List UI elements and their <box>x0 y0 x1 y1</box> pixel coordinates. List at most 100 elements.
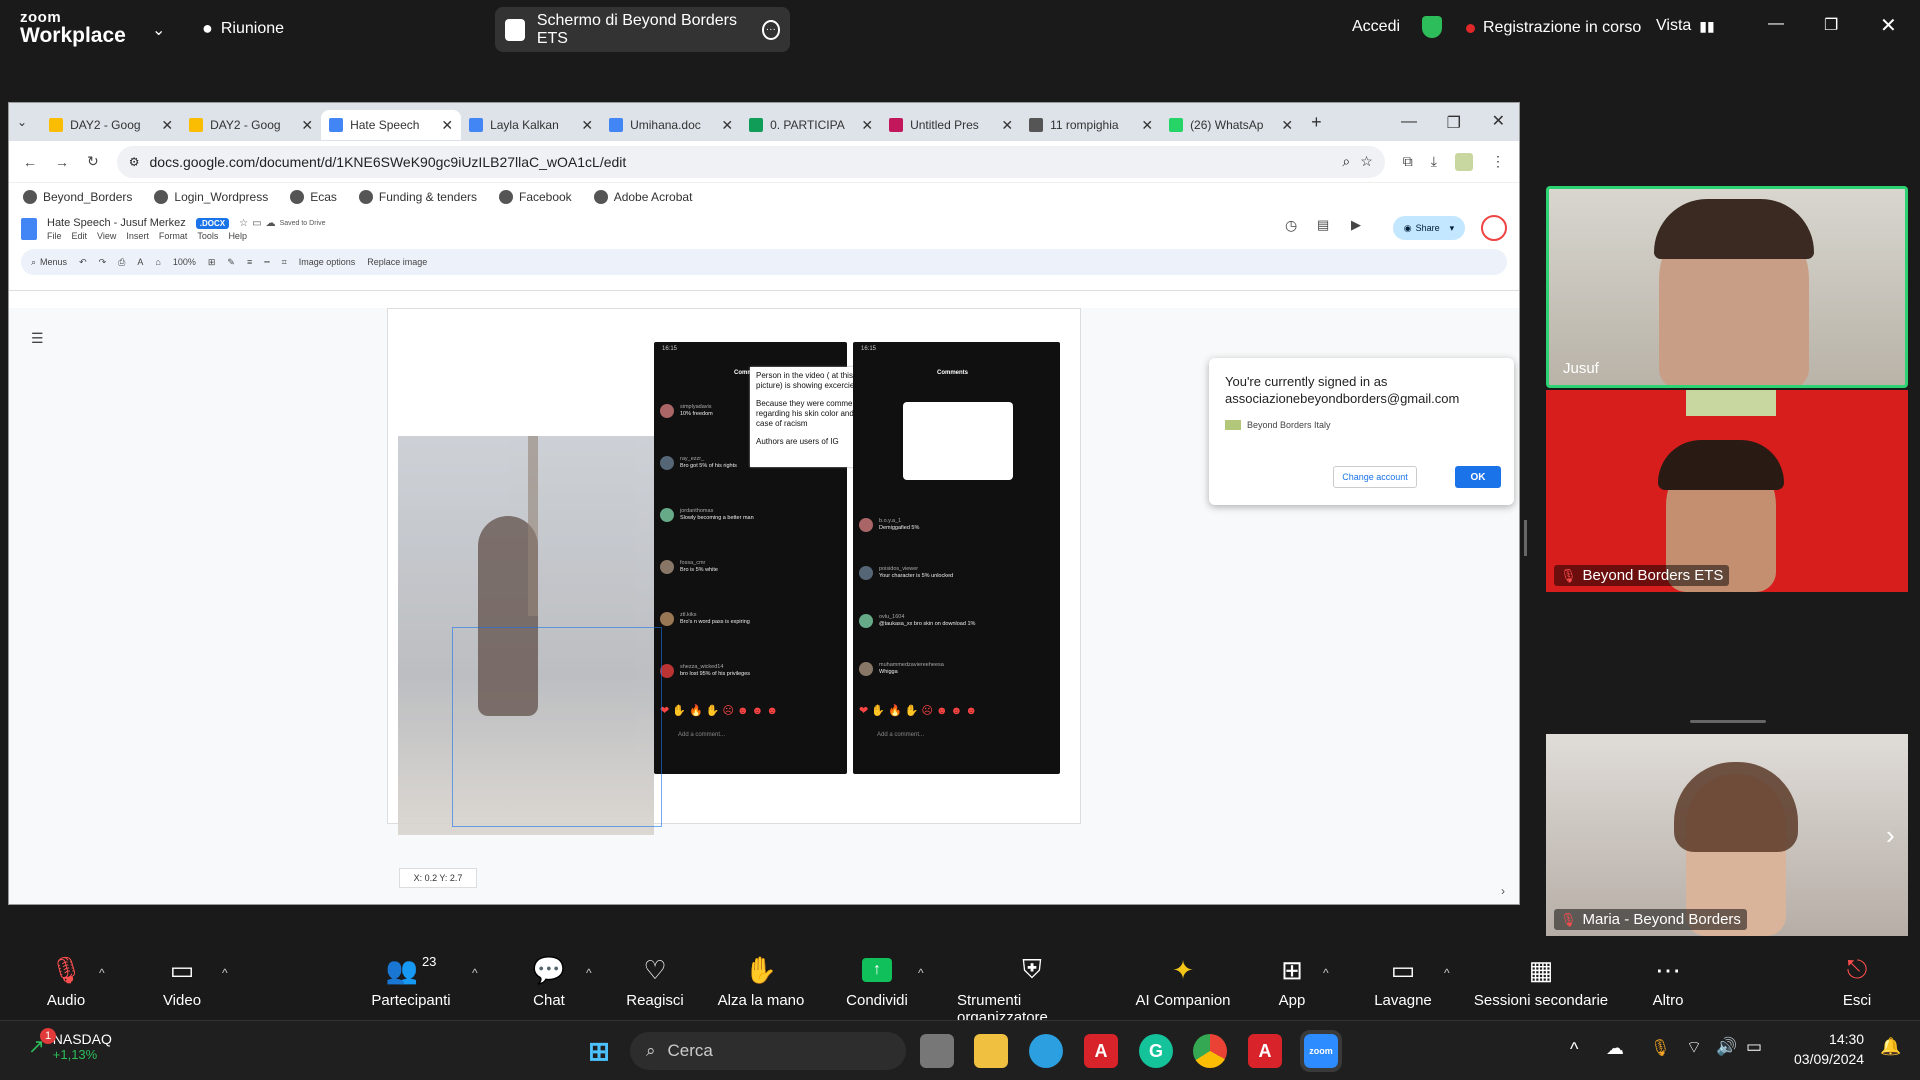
tab-close-icon[interactable]: ✕ <box>1281 117 1293 134</box>
bookmark-item[interactable]: Facebook <box>498 190 572 204</box>
crop-icon[interactable]: ⌗ <box>282 257 287 268</box>
pen-icon[interactable]: ✎ <box>227 257 235 268</box>
more-options-icon[interactable]: ··· <box>761 19 780 40</box>
new-tab-icon[interactable]: + <box>1311 112 1322 133</box>
back-icon[interactable]: ← <box>23 154 37 170</box>
account-avatar[interactable] <box>1481 215 1507 241</box>
tab-close-icon[interactable]: ✕ <box>161 117 173 134</box>
apps-button[interactable]: ⊞ App <box>1232 954 1352 1010</box>
profile-icon[interactable] <box>1455 152 1473 171</box>
share-button[interactable]: ◉ Share ▾ <box>1393 216 1465 240</box>
whiteboards-options-icon[interactable]: ^ <box>1444 966 1450 980</box>
browser-tab[interactable]: (26) WhatsAp ✕ <box>1161 110 1301 140</box>
bookmark-item[interactable]: Login_Wordpress <box>154 190 268 204</box>
tab-close-icon[interactable]: ✕ <box>1141 117 1153 134</box>
redo-icon[interactable]: ↷ <box>99 257 107 268</box>
close-icon[interactable]: ✕ <box>1880 13 1897 38</box>
next-page-icon[interactable]: › <box>1886 820 1895 851</box>
browser-tab[interactable]: Hate Speech ✕ <box>321 110 462 140</box>
expand-side-icon[interactable]: › <box>1501 884 1505 898</box>
audio-options-icon[interactable]: ^ <box>99 966 105 980</box>
browser-minimize-icon[interactable]: — <box>1401 113 1417 131</box>
minimize-icon[interactable]: — <box>1768 15 1784 33</box>
tab-close-icon[interactable]: ✕ <box>441 117 453 134</box>
folder-icon[interactable]: ▭ <box>252 218 261 229</box>
browser-tab[interactable]: 0. PARTICIPA ✕ <box>741 110 881 140</box>
raise-hand-button[interactable]: ✋ Alza la mano <box>701 954 821 1010</box>
file-explorer-icon[interactable] <box>974 1034 1008 1068</box>
browser-menu-icon[interactable]: ⋮ <box>1491 153 1505 170</box>
comments-icon[interactable]: ▤ <box>1317 217 1329 233</box>
docs-menu-item[interactable]: Format <box>159 231 188 241</box>
bookmark-star-icon[interactable]: ☆ <box>1360 153 1373 170</box>
browser-tab[interactable]: DAY2 - Goog ✕ <box>41 110 181 140</box>
mic-tray-icon[interactable]: 🎙 <box>1650 1038 1670 1058</box>
video-tile-jusuf[interactable]: Jusuf <box>1546 186 1908 388</box>
star-icon[interactable]: ☆ <box>239 218 248 229</box>
site-info-icon[interactable]: ⚙ <box>129 155 140 169</box>
menus-search[interactable]: ⌕ Menus <box>31 257 67 268</box>
border-weight-icon[interactable]: ≡ <box>247 257 252 267</box>
docs-menu-item[interactable]: Insert <box>126 231 149 241</box>
browser-restore-icon[interactable]: ❐ <box>1447 113 1461 133</box>
panel-splitter[interactable] <box>1524 520 1527 556</box>
chat-options-icon[interactable]: ^ <box>586 966 592 980</box>
ok-button[interactable]: OK <box>1455 466 1501 488</box>
extensions-icon[interactable]: ⧉ <box>1403 153 1413 170</box>
zoom-select[interactable]: 100% <box>173 257 196 267</box>
chat-button[interactable]: 💬 Chat <box>489 954 609 1010</box>
print-icon[interactable]: ⎙ <box>118 257 125 268</box>
recording-indicator[interactable]: Registrazione in corso <box>1466 19 1641 37</box>
outline-icon[interactable]: ☰ <box>31 330 44 347</box>
border-dash-icon[interactable]: ┅ <box>264 257 269 268</box>
add-comment-field-2[interactable]: Add a comment... <box>877 732 924 738</box>
task-view-icon[interactable] <box>920 1034 954 1068</box>
gallery-scrollbar[interactable] <box>1690 720 1766 723</box>
host-tools-button[interactable]: ⛨ Strumenti organizzatore <box>957 954 1107 1026</box>
tab-close-icon[interactable]: ✕ <box>581 117 593 134</box>
tab-close-icon[interactable]: ✕ <box>1001 117 1013 134</box>
clock[interactable]: 14:30 03/09/2024 <box>1794 1029 1864 1069</box>
docs-menu-item[interactable]: Help <box>228 231 247 241</box>
bookmark-item[interactable]: Adobe Acrobat <box>593 190 692 204</box>
video-tile-beyond-borders[interactable]: 🎙 Beyond Borders ETS <box>1546 390 1908 592</box>
tab-close-icon[interactable]: ✕ <box>301 117 313 134</box>
video-options-icon[interactable]: ^ <box>222 966 228 980</box>
notifications-icon[interactable]: 🔔 <box>1880 1037 1901 1057</box>
meeting-button[interactable]: ● Riunione <box>202 18 284 39</box>
breakout-rooms-button[interactable]: ▦ Sessioni secondarie <box>1466 954 1616 1010</box>
browser-tab[interactable]: 11 rompighia ✕ <box>1021 110 1161 140</box>
tray-chevron-icon[interactable]: ^ <box>1570 1039 1578 1060</box>
start-icon[interactable]: ⊞ <box>582 1034 616 1068</box>
chrome-icon[interactable] <box>1193 1034 1227 1068</box>
grammarly-icon[interactable]: G <box>1139 1034 1173 1068</box>
zoom-app-icon[interactable]: zoom <box>1300 1030 1342 1072</box>
docs-menu-item[interactable]: Tools <box>197 231 218 241</box>
undo-icon[interactable]: ↶ <box>79 257 87 268</box>
screen-share-indicator[interactable]: Schermo di Beyond Borders ETS ··· <box>495 7 790 52</box>
taskbar-search[interactable]: ⌕ Cerca <box>630 1032 906 1070</box>
add-comment-field[interactable]: Add a comment... <box>678 732 725 738</box>
apps-options-icon[interactable]: ^ <box>1323 966 1329 980</box>
whiteboards-button[interactable]: ▭ Lavagne <box>1343 954 1463 1010</box>
doc-title[interactable]: Hate Speech - Jusuf Merkez <box>47 217 186 229</box>
more-button[interactable]: ⋯ Altro <box>1608 954 1728 1010</box>
reactions-button[interactable]: ♡ Reagisci <box>595 954 715 1010</box>
wifi-icon[interactable]: ⌔ <box>1686 1037 1702 1058</box>
spellcheck-icon[interactable]: A <box>137 257 143 267</box>
browser-tab[interactable]: Untitled Pres ✕ <box>881 110 1021 140</box>
share-dropdown-icon[interactable]: ▾ <box>1450 223 1455 234</box>
bookmark-item[interactable]: Ecas <box>290 190 337 204</box>
edge-icon[interactable] <box>1029 1034 1063 1068</box>
ai-companion-button[interactable]: ✦ AI Companion <box>1123 954 1243 1010</box>
volume-icon[interactable]: 🔊 <box>1716 1037 1737 1057</box>
participants-button[interactable]: 👥 23 Partecipanti <box>351 954 471 1009</box>
bookmark-item[interactable]: Beyond_Borders <box>23 190 132 204</box>
acrobat-icon[interactable]: A <box>1248 1034 1282 1068</box>
address-bar[interactable]: ⚙ docs.google.com/document/d/1KNE6SWeK90… <box>116 145 1385 178</box>
participants-options-icon[interactable]: ^ <box>472 966 478 980</box>
audio-button[interactable]: 🎙 Audio <box>6 954 126 1010</box>
download-icon[interactable]: ⤓ <box>1431 153 1437 170</box>
add-comment-icon[interactable]: ⊞ <box>208 257 216 268</box>
signin-button[interactable]: Accedi <box>1352 18 1400 36</box>
